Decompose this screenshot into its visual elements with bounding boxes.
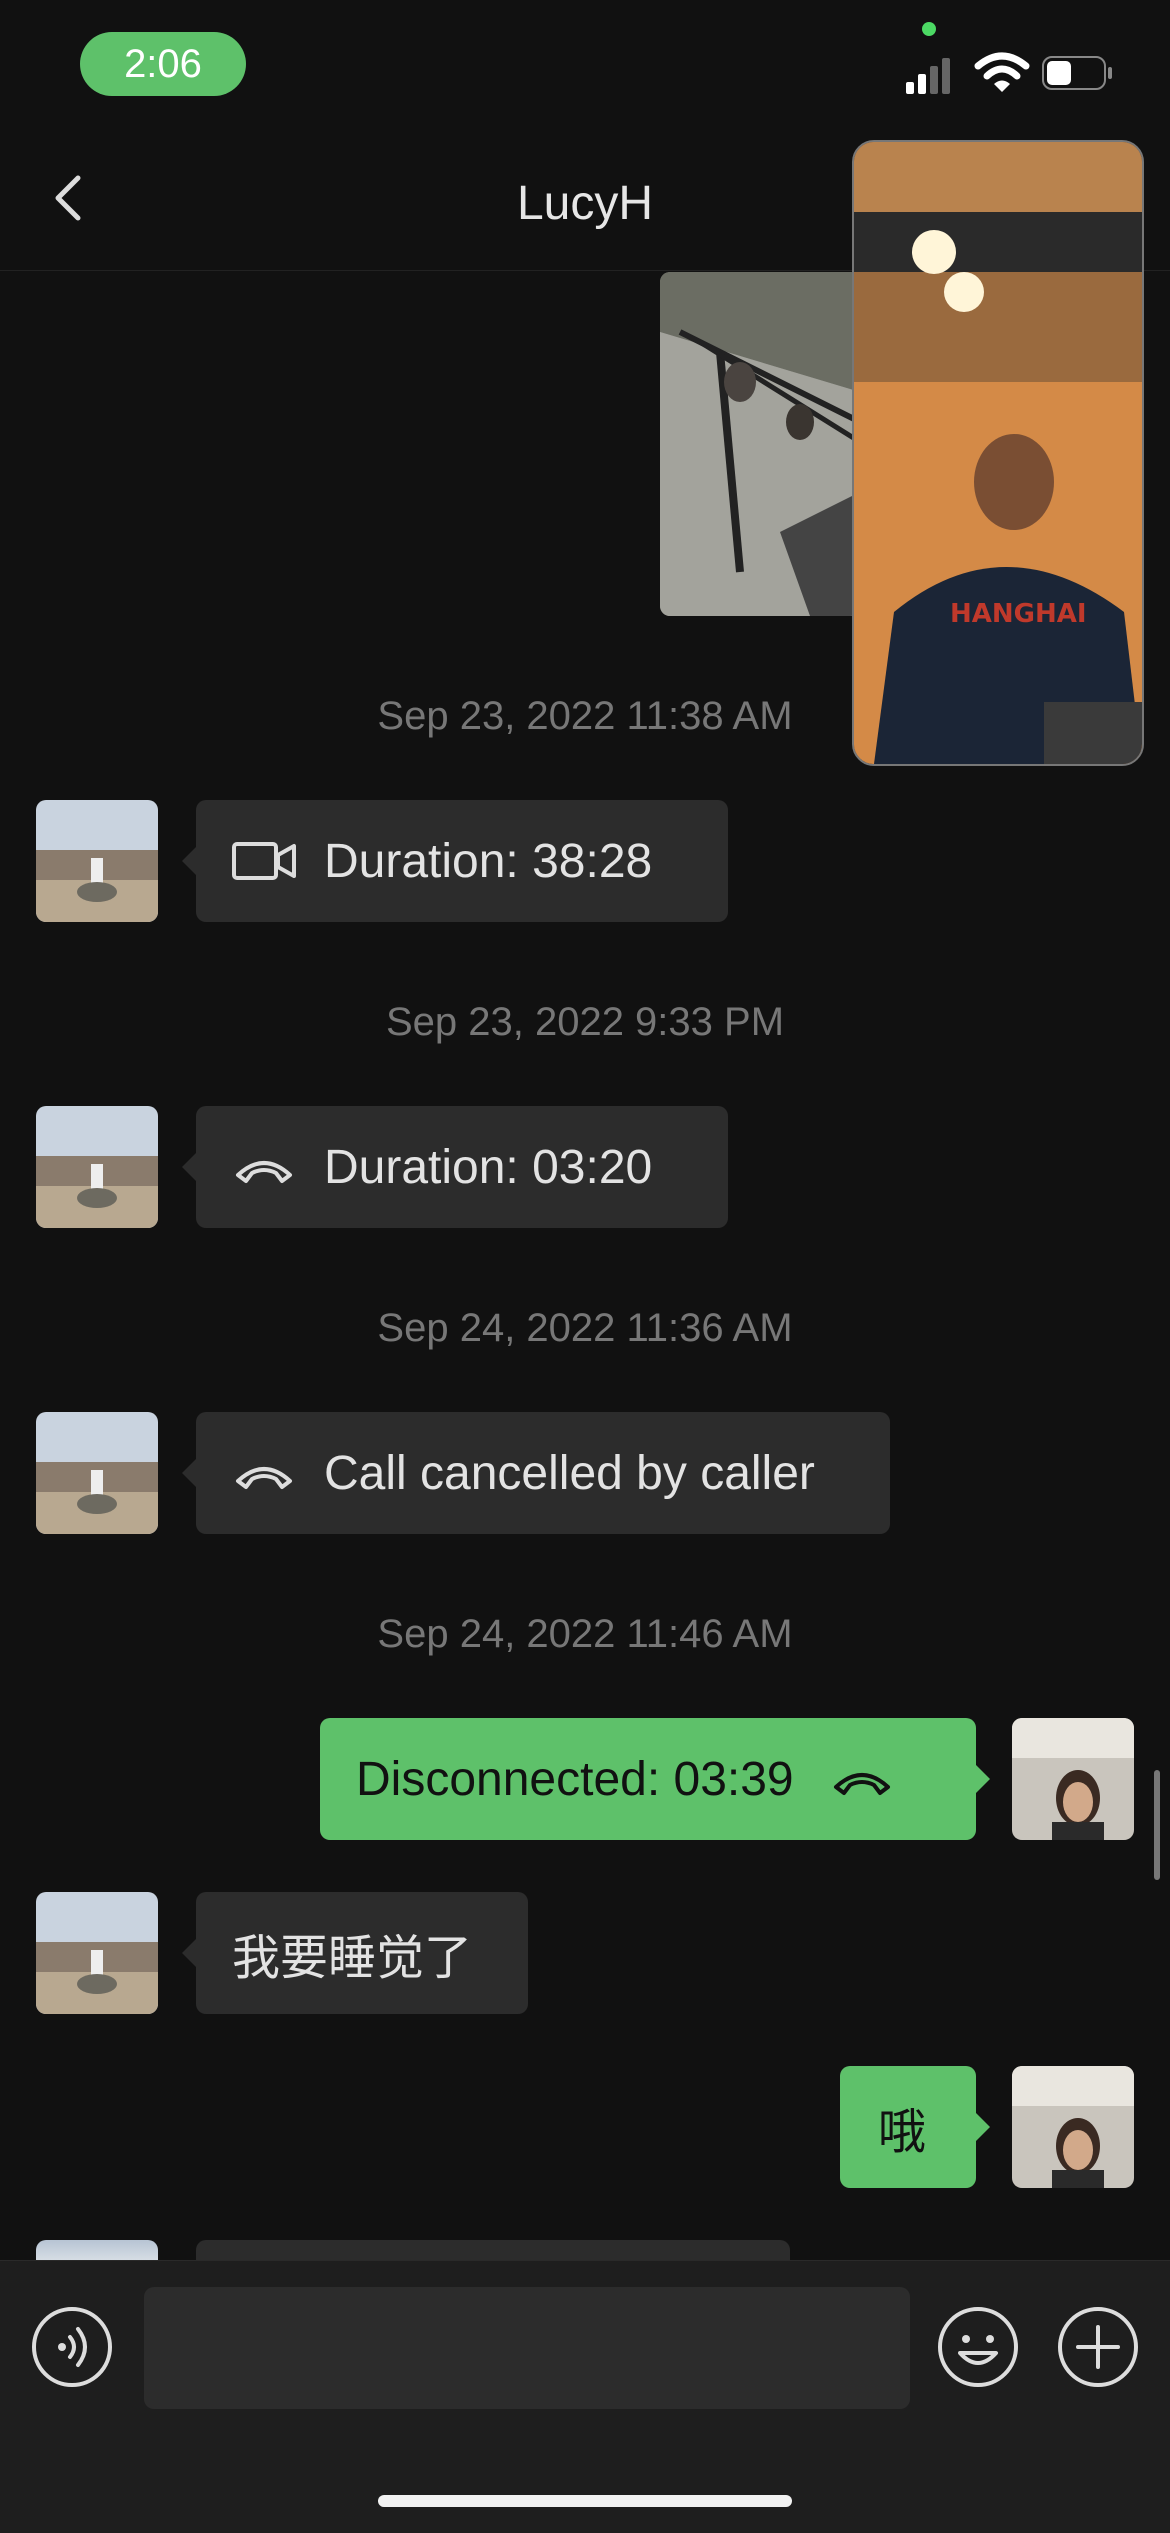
mic-indicator-dot bbox=[922, 22, 936, 36]
cellular-signal-icon bbox=[906, 58, 950, 94]
video-call-record-bubble[interactable]: Duration: 38:28 bbox=[182, 800, 728, 922]
call-duration-text: Duration: 03:20 bbox=[324, 1140, 653, 1194]
call-duration-text: Duration: 38:28 bbox=[324, 834, 653, 888]
voice-input-icon[interactable] bbox=[30, 2305, 114, 2389]
message-text: 我要睡觉了 bbox=[232, 1932, 473, 1985]
cancelled-call-record-bubble[interactable]: Call cancelled by caller bbox=[182, 1412, 890, 1534]
text-message-bubble[interactable] bbox=[196, 2240, 790, 2260]
message-input[interactable] bbox=[144, 2287, 910, 2409]
contact-avatar[interactable] bbox=[36, 800, 158, 922]
call-status-text: Call cancelled by caller bbox=[324, 1446, 815, 1500]
svg-text:HANGHAI: HANGHAI bbox=[950, 599, 1087, 629]
status-time: 2:06 bbox=[80, 32, 246, 96]
emoji-icon[interactable] bbox=[936, 2305, 1020, 2389]
wifi-icon bbox=[974, 52, 1030, 92]
contact-avatar[interactable] bbox=[36, 2240, 158, 2260]
video-call-pip[interactable]: HANGHAI bbox=[852, 140, 1144, 766]
call-status-text: Disconnected: 03:39 bbox=[356, 1752, 794, 1806]
text-message-bubble[interactable]: 哦 bbox=[840, 2066, 990, 2188]
battery-icon bbox=[1042, 56, 1112, 90]
message-timestamp: Sep 24, 2022 11:36 AM bbox=[377, 1306, 793, 1350]
disconnected-call-record-bubble[interactable]: Disconnected: 03:39 bbox=[320, 1718, 990, 1840]
scroll-indicator bbox=[1154, 1770, 1160, 1880]
shared-photo-cats[interactable] bbox=[660, 272, 860, 616]
home-indicator[interactable] bbox=[378, 2495, 792, 2507]
contact-avatar[interactable] bbox=[36, 1892, 158, 2014]
message-composer bbox=[0, 2260, 1170, 2533]
my-avatar[interactable] bbox=[1012, 2066, 1134, 2188]
status-bar: 2:06 bbox=[0, 0, 1170, 140]
phone-hangup-icon bbox=[236, 1467, 292, 1489]
contact-avatar[interactable] bbox=[36, 1106, 158, 1228]
phone-hangup-icon bbox=[236, 1161, 292, 1183]
plus-icon[interactable] bbox=[1056, 2305, 1140, 2389]
message-timestamp: Sep 23, 2022 9:33 PM bbox=[385, 1000, 785, 1044]
phone-hangup-icon bbox=[833, 1773, 890, 1795]
text-message-bubble[interactable]: 我要睡觉了 bbox=[182, 1892, 528, 2014]
message-text: 哦 bbox=[878, 2106, 927, 2159]
voice-call-record-bubble[interactable]: Duration: 03:20 bbox=[182, 1106, 728, 1228]
my-avatar[interactable] bbox=[1012, 1718, 1134, 1840]
video-call-icon bbox=[232, 842, 296, 880]
message-timestamp: Sep 24, 2022 11:46 AM bbox=[377, 1612, 793, 1656]
contact-avatar[interactable] bbox=[36, 1412, 158, 1534]
